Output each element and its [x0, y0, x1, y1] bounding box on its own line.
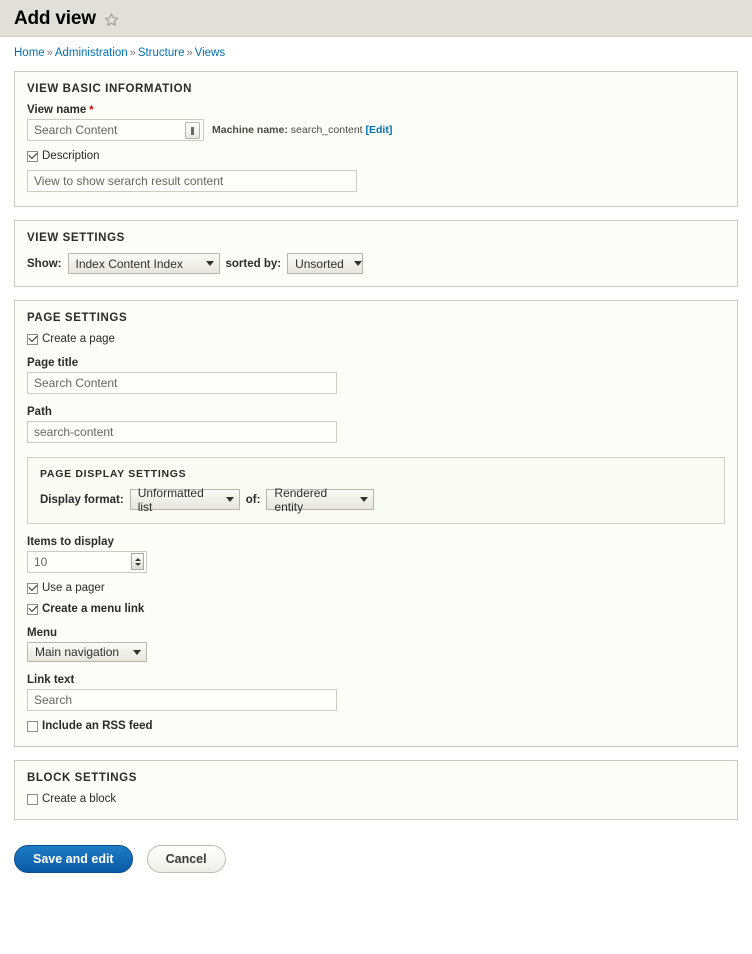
view-settings-row: Show: Index Content Index sorted by: Uns…: [27, 253, 725, 274]
breadcrumb-separator: »: [47, 47, 53, 59]
machine-name-prefix: Machine name:: [212, 124, 288, 136]
view-settings-panel: VIEW SETTINGS Show: Index Content Index …: [14, 220, 738, 287]
view-basic-information-panel: VIEW BASIC INFORMATION View name* Machin…: [14, 71, 738, 207]
breadcrumb-separator: »: [130, 47, 136, 59]
path-field: Path: [27, 406, 725, 443]
items-to-display-field: Items to display: [27, 536, 725, 573]
view-name-input[interactable]: [27, 119, 204, 141]
of-select-value: Rendered entity: [274, 486, 350, 514]
items-to-display-stepper-wrap: [27, 551, 147, 573]
link-text-field: Link text: [27, 674, 725, 711]
block-settings-legend: BLOCK SETTINGS: [27, 772, 725, 784]
create-menu-link-checkbox-label: Create a menu link: [42, 603, 144, 615]
form-actions: Save and edit Cancel: [0, 833, 752, 873]
view-name-label-text: View name: [27, 104, 86, 116]
description-input[interactable]: [27, 170, 357, 192]
view-settings-legend: VIEW SETTINGS: [27, 232, 725, 244]
chevron-down-icon: [226, 497, 234, 502]
block-settings-panel: BLOCK SETTINGS Create a block: [14, 760, 738, 820]
use-pager-checkbox[interactable]: [27, 583, 38, 594]
page-settings-panel: PAGE SETTINGS Create a page Page title P…: [14, 300, 738, 747]
breadcrumb-link-views[interactable]: Views: [195, 47, 225, 59]
sorted-by-select[interactable]: Unsorted: [287, 253, 363, 274]
show-select-value: Index Content Index: [76, 257, 183, 271]
stepper-up-icon[interactable]: [135, 558, 141, 561]
page-settings-legend: PAGE SETTINGS: [27, 312, 725, 324]
breadcrumb-separator: »: [186, 47, 192, 59]
page-display-settings-panel: PAGE DISPLAY SETTINGS Display format: Un…: [27, 457, 725, 524]
chevron-down-icon: [354, 261, 362, 266]
link-text-input[interactable]: [27, 689, 337, 711]
show-label: Show:: [27, 258, 62, 270]
path-input[interactable]: [27, 421, 337, 443]
view-name-label: View name*: [27, 104, 725, 116]
rss-feed-checkbox-row[interactable]: Include an RSS feed: [27, 720, 725, 732]
description-checkbox[interactable]: [27, 151, 38, 162]
page-title: Add view: [14, 9, 96, 28]
create-page-checkbox-row[interactable]: Create a page: [27, 333, 725, 345]
of-label: of:: [246, 494, 261, 506]
cancel-button[interactable]: Cancel: [147, 845, 226, 873]
star-outline-icon[interactable]: [104, 12, 119, 27]
page-title-input[interactable]: [27, 372, 337, 394]
display-format-select[interactable]: Unformatted list: [130, 489, 240, 510]
machine-name-icon-bar: [191, 127, 194, 135]
rss-feed-checkbox-label: Include an RSS feed: [42, 720, 153, 732]
page-display-settings-legend: PAGE DISPLAY SETTINGS: [40, 468, 712, 480]
view-basic-information-legend: VIEW BASIC INFORMATION: [27, 83, 725, 95]
machine-name-edit-link[interactable]: [Edit]: [366, 124, 393, 136]
description-checkbox-row[interactable]: Description: [27, 150, 725, 162]
stepper-down-icon[interactable]: [135, 563, 141, 566]
use-pager-checkbox-label: Use a pager: [42, 582, 105, 594]
create-menu-link-checkbox[interactable]: [27, 604, 38, 615]
view-name-row: Machine name: search_content [Edit]: [27, 119, 725, 141]
rss-feed-checkbox[interactable]: [27, 721, 38, 732]
create-page-checkbox[interactable]: [27, 334, 38, 345]
use-pager-checkbox-row[interactable]: Use a pager: [27, 582, 725, 594]
of-select[interactable]: Rendered entity: [266, 489, 374, 510]
link-text-label: Link text: [27, 674, 725, 686]
menu-label: Menu: [27, 627, 725, 639]
page-header: Add view: [0, 0, 752, 37]
items-to-display-input[interactable]: [27, 551, 147, 573]
description-checkbox-label: Description: [42, 150, 100, 162]
create-block-checkbox-row[interactable]: Create a block: [27, 793, 725, 805]
add-view-form: VIEW BASIC INFORMATION View name* Machin…: [0, 60, 752, 820]
number-stepper[interactable]: [131, 553, 144, 570]
machine-name-display: Machine name: search_content [Edit]: [212, 124, 392, 136]
chevron-down-icon: [206, 261, 214, 266]
required-marker: *: [89, 104, 93, 116]
create-block-checkbox-label: Create a block: [42, 793, 116, 805]
page-title-label: Page title: [27, 357, 725, 369]
display-format-label: Display format:: [40, 494, 124, 506]
create-menu-link-checkbox-row[interactable]: Create a menu link: [27, 603, 725, 615]
sorted-by-label: sorted by:: [226, 258, 282, 270]
create-block-checkbox[interactable]: [27, 794, 38, 805]
breadcrumb-link-structure[interactable]: Structure: [138, 47, 185, 59]
chevron-down-icon: [133, 650, 141, 655]
sorted-by-select-value: Unsorted: [295, 257, 344, 271]
show-select[interactable]: Index Content Index: [68, 253, 220, 274]
machine-name-toggle-icon[interactable]: [185, 122, 200, 139]
page-title-field: Page title: [27, 357, 725, 394]
breadcrumb-link-home[interactable]: Home: [14, 47, 45, 59]
items-to-display-label: Items to display: [27, 536, 725, 548]
menu-select-value: Main navigation: [35, 645, 119, 659]
save-and-edit-button[interactable]: Save and edit: [14, 845, 133, 873]
view-name-input-wrap: [27, 119, 204, 141]
menu-field: Menu Main navigation: [27, 627, 725, 662]
path-label: Path: [27, 406, 725, 418]
menu-select[interactable]: Main navigation: [27, 642, 147, 662]
machine-name-value: search_content: [291, 124, 363, 136]
chevron-down-icon: [360, 497, 368, 502]
breadcrumb-link-administration[interactable]: Administration: [55, 47, 128, 59]
breadcrumb: Home»Administration»Structure»Views: [0, 37, 752, 60]
page-display-settings-row: Display format: Unformatted list of: Ren…: [40, 489, 712, 510]
display-format-select-value: Unformatted list: [138, 486, 216, 514]
create-page-checkbox-label: Create a page: [42, 333, 115, 345]
